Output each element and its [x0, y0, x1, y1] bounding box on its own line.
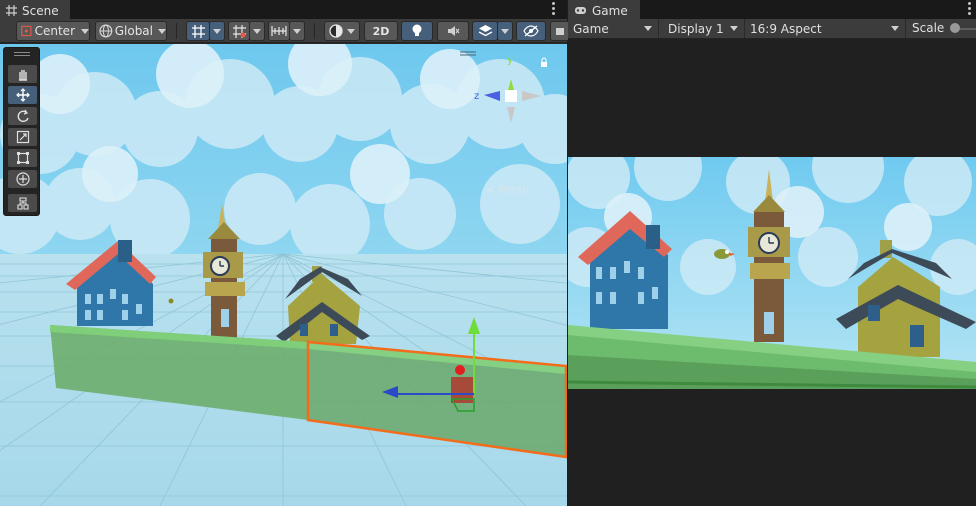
pivot-center-icon — [21, 25, 32, 37]
pivot-dropdown[interactable]: Center — [16, 21, 90, 41]
increment-snap-button[interactable] — [228, 21, 250, 41]
game-toolbar: Game Display 1 16:9 Aspect Scale — [568, 19, 976, 39]
scene-viewport[interactable]: y z ≺ Persp — [0, 44, 567, 506]
scene-render: y z — [0, 44, 567, 506]
game-view-label: Game — [573, 21, 609, 36]
move-icon — [15, 88, 30, 102]
display-dropdown[interactable]: Display 1 — [659, 19, 745, 38]
chevron-down-icon — [644, 26, 652, 31]
hand-icon — [18, 70, 27, 81]
grid-snapping-menu[interactable] — [209, 21, 225, 41]
unity-editor: Scene Center Global 2D y z ≺ Persp Game … — [0, 0, 976, 506]
tools-grip-icon[interactable] — [14, 52, 30, 56]
scale-icon — [16, 130, 29, 144]
toggle-2d-label: 2D — [372, 24, 390, 38]
scene-toolbar: Center Global 2D — [0, 19, 570, 43]
tab-scene[interactable]: Scene — [0, 0, 70, 19]
toggle-2d-button[interactable]: 2D — [364, 21, 398, 41]
gizmo-y-label: y — [507, 55, 513, 66]
game-view-dropdown[interactable]: Game — [568, 19, 659, 38]
scene-tab-bar: Scene — [0, 0, 567, 19]
chevron-down-icon — [293, 28, 301, 34]
pivot-label: Center — [34, 24, 75, 38]
rotate-tool-button[interactable] — [8, 107, 37, 125]
chevron-down-icon — [891, 26, 899, 31]
scale-label: Scale — [912, 21, 945, 35]
game-menu-icon[interactable] — [968, 2, 972, 16]
grid-snap-icon — [191, 24, 205, 38]
custom-tool-button[interactable] — [8, 194, 37, 212]
tab-game[interactable]: Game — [568, 0, 640, 19]
gizmo-z-label: z — [474, 91, 479, 102]
tab-scene-label: Scene — [22, 3, 59, 18]
scene-menu-icon[interactable] — [552, 2, 556, 16]
align-menu[interactable] — [289, 21, 305, 41]
rotate-icon — [17, 109, 29, 123]
effects-menu[interactable] — [497, 21, 513, 41]
lightbulb-icon — [412, 24, 422, 36]
chevron-down-icon — [347, 28, 355, 34]
persp-label-wrap[interactable]: ≺ Persp — [486, 183, 529, 196]
shaded-sphere-icon — [329, 24, 343, 38]
aspect-dropdown[interactable]: 16:9 Aspect — [745, 19, 906, 38]
grid-icon — [6, 5, 17, 16]
move-tool-button[interactable] — [8, 86, 37, 104]
layers-effects-icon — [478, 25, 492, 37]
draw-mode-dropdown[interactable] — [324, 21, 360, 41]
chevron-down-icon — [253, 28, 261, 34]
rect-tool-button[interactable] — [8, 149, 37, 167]
scale-slider-thumb[interactable] — [950, 23, 960, 33]
audio-muted-icon — [448, 26, 460, 36]
align-button[interactable] — [268, 21, 290, 41]
audio-toggle[interactable] — [437, 21, 469, 41]
rect-transform-icon — [16, 152, 29, 164]
tab-game-label: Game — [592, 3, 628, 18]
scene-panel: Scene Center Global 2D y z ≺ Persp — [0, 0, 570, 506]
custom-tool-icon — [16, 197, 29, 210]
game-tab-bar: Game — [568, 0, 976, 19]
camera-icon — [556, 28, 564, 35]
game-view[interactable] — [568, 157, 976, 389]
view-tool-button[interactable] — [8, 65, 37, 83]
gamepad-icon — [575, 7, 586, 14]
chevron-down-icon — [730, 26, 738, 31]
chevron-down-icon — [81, 28, 89, 34]
space-dropdown[interactable]: Global — [95, 21, 167, 41]
tools-overlay — [3, 47, 40, 216]
chevron-down-icon — [213, 28, 221, 34]
camera-settings-button[interactable] — [550, 21, 570, 41]
lighting-toggle[interactable] — [401, 21, 433, 41]
increment-snap-icon — [232, 24, 246, 38]
game-panel: Game Game Display 1 16:9 Aspect Scale — [568, 0, 976, 506]
eye-hidden-icon — [523, 25, 539, 37]
effects-toggle[interactable] — [472, 21, 498, 41]
aspect-label: 16:9 Aspect — [750, 21, 822, 36]
scene-visibility-toggle[interactable] — [516, 21, 546, 41]
transform-icon — [15, 172, 30, 186]
increment-snap-menu[interactable] — [249, 21, 265, 41]
display-label: Display 1 — [668, 21, 724, 36]
align-icon — [271, 26, 287, 36]
game-render — [568, 157, 976, 389]
persp-arrow-icon: ≺ — [486, 183, 496, 196]
scale-tool-button[interactable] — [8, 128, 37, 146]
persp-label: Persp — [498, 183, 529, 196]
globe-icon — [99, 24, 113, 38]
chevron-down-icon — [501, 28, 509, 34]
space-label: Global — [114, 24, 153, 38]
grid-snapping-button[interactable] — [186, 21, 210, 41]
chevron-down-icon — [158, 28, 166, 34]
transform-tool-button[interactable] — [8, 170, 37, 188]
